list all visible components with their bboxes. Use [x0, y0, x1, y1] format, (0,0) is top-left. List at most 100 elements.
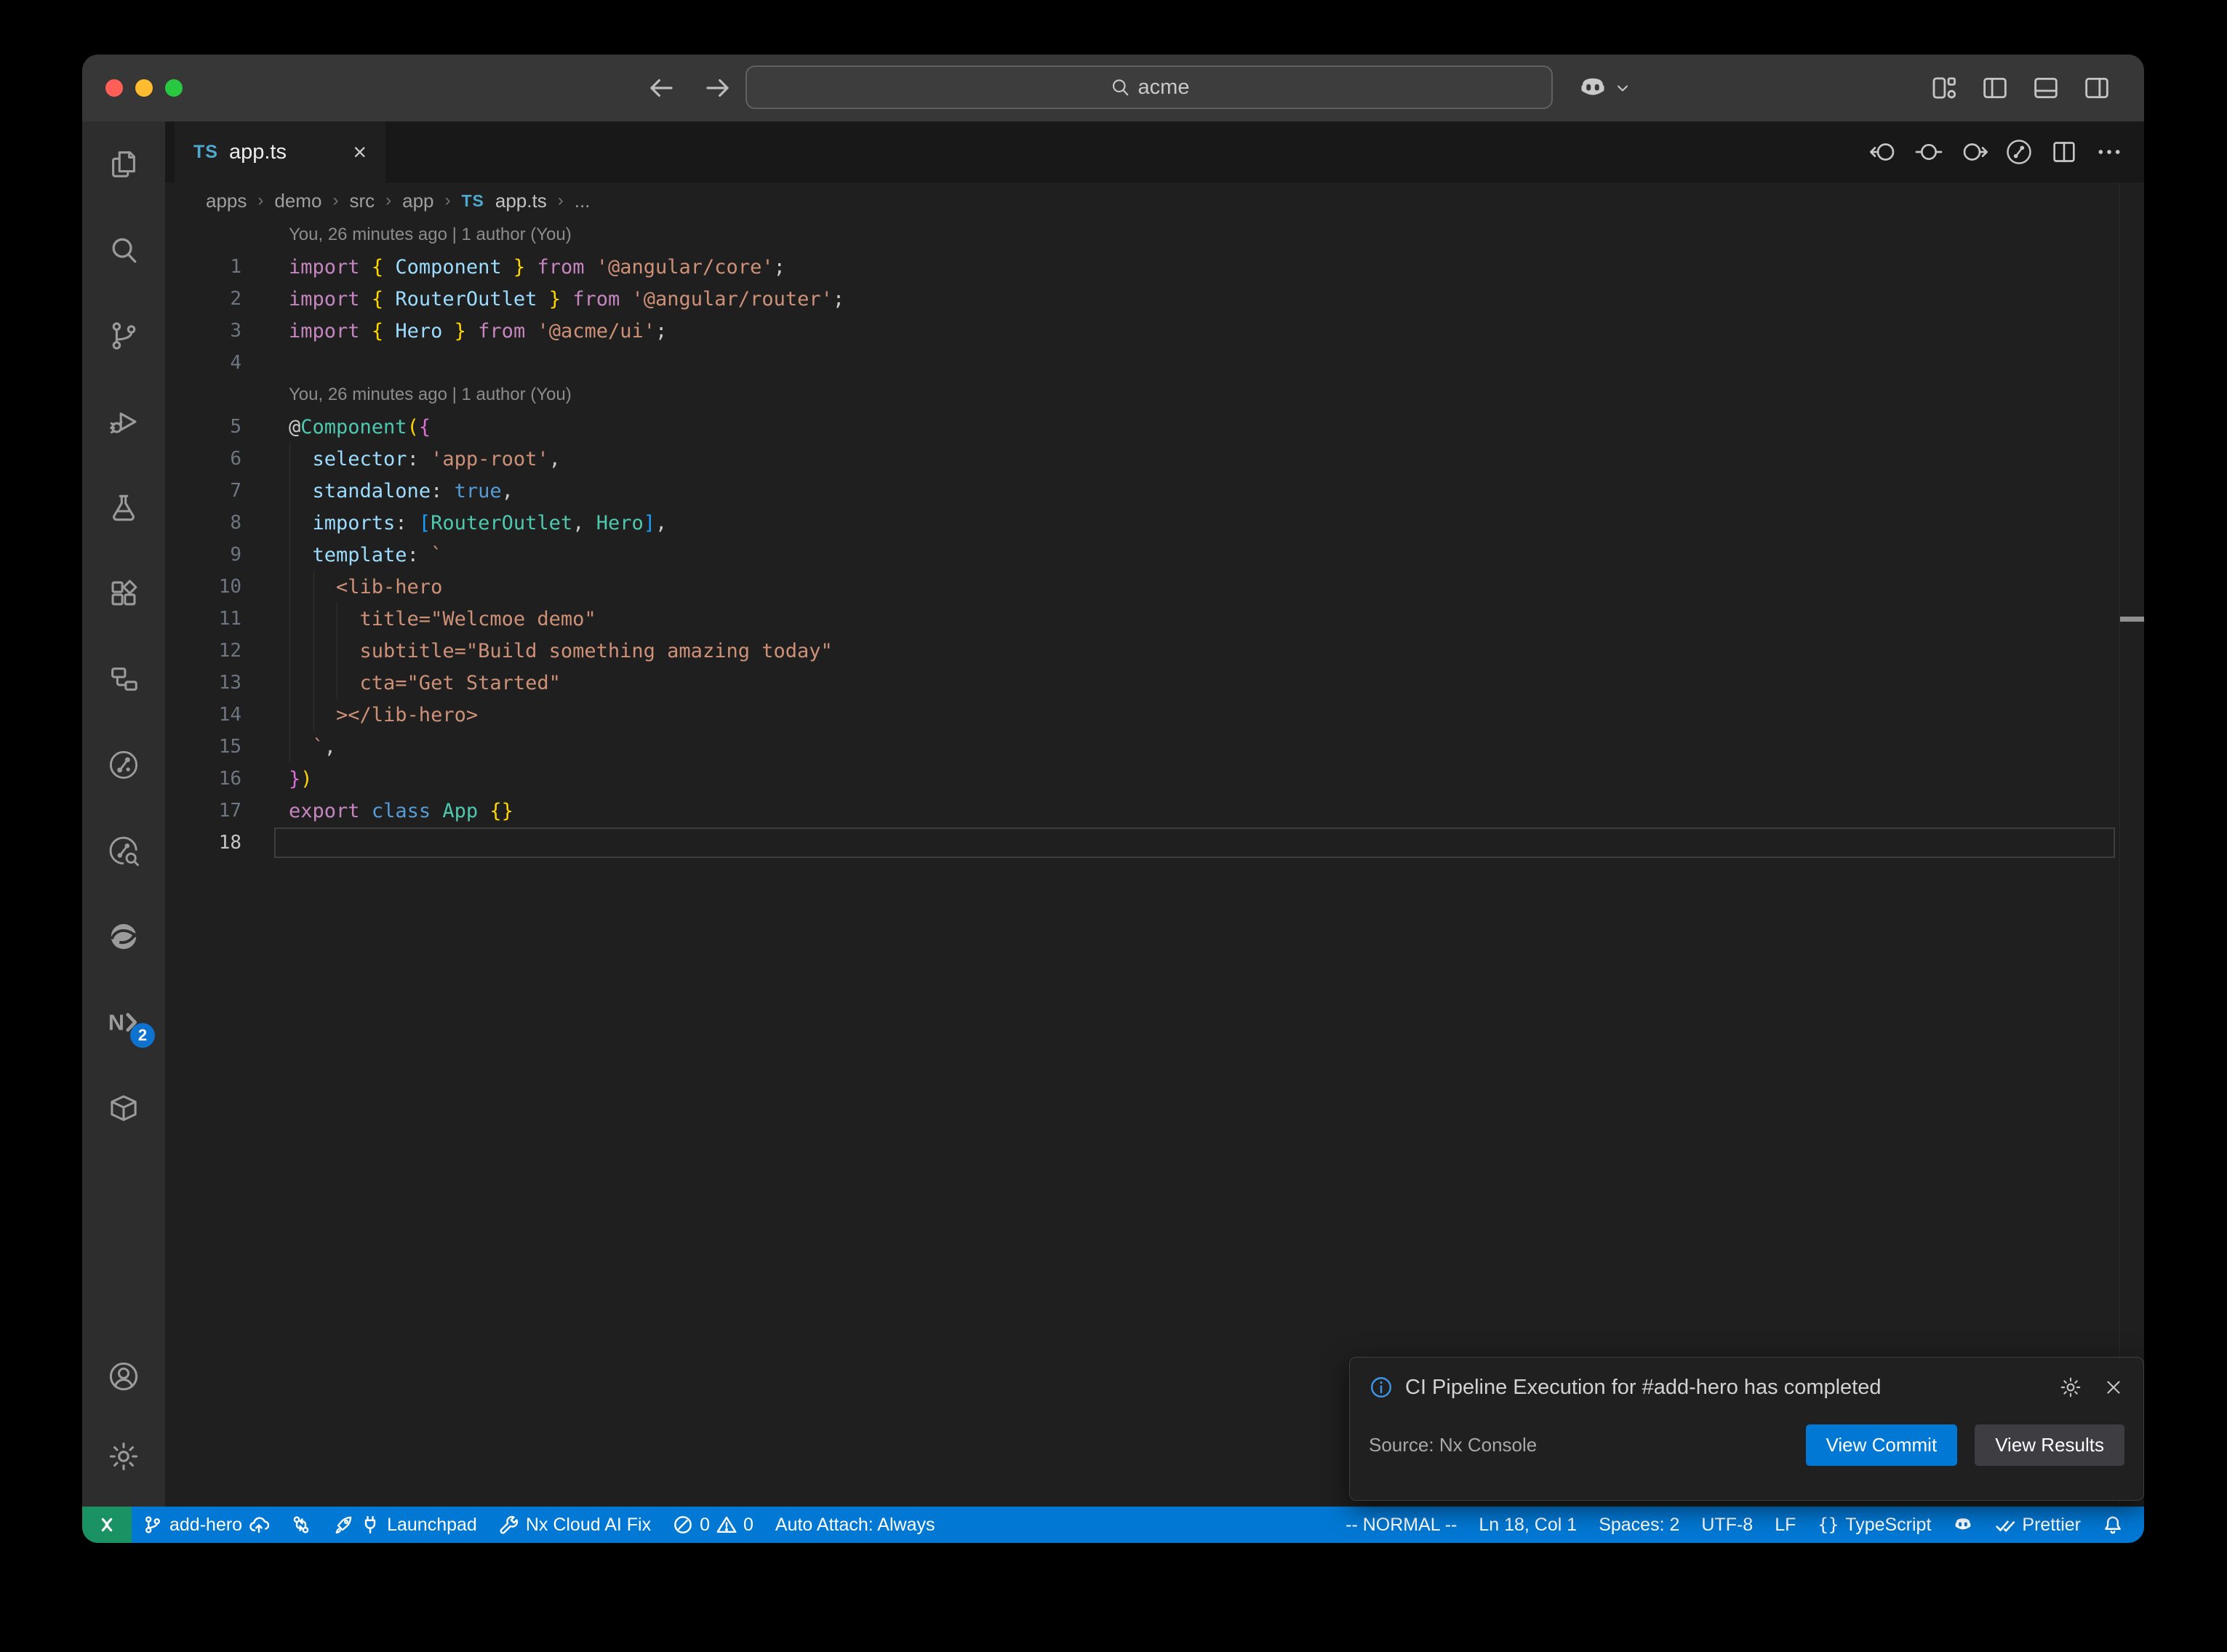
line-number[interactable]: 11 — [165, 608, 289, 630]
notification-close-icon[interactable] — [2103, 1376, 2124, 1398]
toggle-panel-icon[interactable] — [2031, 73, 2061, 103]
remote-indicator[interactable] — [82, 1507, 132, 1543]
encoding-status[interactable]: UTF-8 — [1690, 1507, 1764, 1543]
code-line[interactable]: 12 subtitle="Build something amazing tod… — [165, 635, 2144, 667]
code-line[interactable]: 11 title="Welcmoe demo" — [165, 603, 2144, 635]
code-line[interactable]: 9 template: ` — [165, 539, 2144, 571]
eol-status[interactable]: LF — [1764, 1507, 1807, 1543]
code-line[interactable]: 7 standalone: true, — [165, 475, 2144, 507]
zoom-window-button[interactable] — [165, 79, 183, 97]
problems-status[interactable]: 00 — [662, 1507, 764, 1543]
toggle-primary-sidebar-icon[interactable] — [1980, 73, 2010, 103]
code-line[interactable]: 2import { RouterOutlet } from '@angular/… — [165, 283, 2144, 315]
indentation-status[interactable]: Spaces: 2 — [1588, 1507, 1690, 1543]
line-number[interactable]: 9 — [165, 544, 289, 566]
git-branch-status[interactable]: add-hero — [132, 1507, 280, 1543]
vim-mode-status[interactable]: -- NORMAL -- — [1335, 1507, 1468, 1543]
copilot-status[interactable] — [1942, 1507, 1984, 1543]
line-number[interactable]: 7 — [165, 480, 289, 502]
code-line[interactable]: 16}) — [165, 763, 2144, 795]
split-editor-icon[interactable] — [2050, 137, 2079, 167]
line-number[interactable]: 6 — [165, 448, 289, 470]
nx-cloud-ai-fix-status[interactable]: Nx Cloud AI Fix — [488, 1507, 662, 1543]
settings-gear-activity-item[interactable] — [82, 1416, 165, 1496]
forward-arrow-icon[interactable] — [703, 73, 733, 103]
line-number[interactable]: 14 — [165, 704, 289, 726]
breadcrumb-tail[interactable]: ... — [575, 190, 591, 212]
code-line[interactable]: 4 — [165, 347, 2144, 379]
tab-app-ts[interactable]: TS app.ts × — [175, 121, 385, 183]
view-results-button[interactable]: View Results — [1975, 1424, 2124, 1466]
breadcrumb-item[interactable]: app — [402, 190, 433, 212]
breadcrumb-item[interactable]: demo — [274, 190, 321, 212]
line-number[interactable]: 16 — [165, 768, 289, 790]
edge-tools-activity-item[interactable] — [82, 894, 165, 979]
line-number[interactable]: 12 — [165, 640, 289, 662]
line-number[interactable]: 15 — [165, 736, 289, 758]
source-control-activity-item[interactable] — [82, 293, 165, 379]
more-actions-icon[interactable] — [2095, 137, 2124, 167]
nx-run-icon[interactable] — [2004, 137, 2034, 167]
indent-guide — [289, 635, 290, 667]
minimize-window-button[interactable] — [135, 79, 153, 97]
line-number[interactable]: 3 — [165, 320, 289, 342]
customize-layout-icon[interactable] — [1929, 73, 1959, 103]
line-number[interactable]: 13 — [165, 672, 289, 694]
code-editor[interactable]: You, 26 minutes ago | 1 author (You)1imp… — [165, 219, 2144, 1507]
code-line[interactable]: 6 selector: 'app-root', — [165, 443, 2144, 475]
back-arrow-icon[interactable] — [646, 73, 676, 103]
close-tab-icon[interactable]: × — [353, 139, 367, 166]
line-number[interactable]: 4 — [165, 352, 289, 374]
copilot-menu[interactable] — [1578, 55, 1631, 121]
nav-line-icon[interactable] — [1914, 137, 1943, 167]
code-line[interactable]: 3import { Hero } from '@acme/ui'; — [165, 315, 2144, 347]
command-center-search[interactable]: acme — [745, 65, 1553, 109]
close-window-button[interactable] — [105, 79, 123, 97]
line-number[interactable]: 1 — [165, 256, 289, 278]
code-line[interactable]: 8 imports: [RouterOutlet, Hero], — [165, 507, 2144, 539]
package-activity-item[interactable] — [82, 1065, 165, 1151]
code-text: import { Component } from '@angular/core… — [289, 256, 785, 278]
code-line[interactable]: 17export class App {} — [165, 795, 2144, 827]
nx-console-activity-item[interactable]: N2 — [82, 979, 165, 1065]
account-activity-item[interactable] — [82, 1336, 165, 1416]
line-number[interactable]: 18 — [165, 832, 289, 854]
language-status[interactable]: {}TypeScript — [1807, 1507, 1942, 1543]
line-number[interactable]: 17 — [165, 800, 289, 822]
breadcrumb-item[interactable]: apps — [206, 190, 247, 212]
double-check-icon — [1995, 1515, 2015, 1535]
editor-scrollbar[interactable] — [2119, 183, 2144, 1507]
line-number[interactable]: 10 — [165, 576, 289, 598]
code-line[interactable]: 15 `, — [165, 731, 2144, 763]
extensions-activity-item[interactable] — [82, 550, 165, 636]
nav-forward-icon[interactable] — [1959, 137, 1988, 167]
launchpad-status[interactable]: Launchpad — [322, 1507, 488, 1543]
line-number[interactable]: 5 — [165, 416, 289, 438]
cursor-position-status[interactable]: Ln 18, Col 1 — [1468, 1507, 1588, 1543]
code-line[interactable]: 14 ></lib-hero> — [165, 699, 2144, 731]
search-activity-item[interactable] — [82, 207, 165, 293]
auto-attach-status[interactable]: Auto Attach: Always — [764, 1507, 946, 1543]
line-number[interactable]: 2 — [165, 288, 289, 310]
code-line[interactable]: 10 <lib-hero — [165, 571, 2144, 603]
breadcrumb-file[interactable]: app.ts — [495, 190, 547, 212]
prettier-status[interactable]: Prettier — [1984, 1507, 2092, 1543]
line-number[interactable]: 8 — [165, 512, 289, 534]
code-line[interactable]: 13 cta="Get Started" — [165, 667, 2144, 699]
explorer-activity-item[interactable] — [82, 121, 165, 207]
toggle-secondary-sidebar-icon[interactable] — [2082, 73, 2112, 103]
hierarchy-activity-item[interactable] — [82, 636, 165, 722]
code-line[interactable]: 18 — [165, 827, 2144, 859]
nx-graph-search-activity-item[interactable] — [82, 808, 165, 894]
code-line[interactable]: 1import { Component } from '@angular/cor… — [165, 251, 2144, 283]
notifications-bell[interactable] — [2092, 1507, 2134, 1543]
git-compare-status[interactable] — [280, 1507, 322, 1543]
nx-graph-activity-item[interactable] — [82, 722, 165, 808]
code-line[interactable]: 5@Component({ — [165, 411, 2144, 443]
view-commit-button[interactable]: View Commit — [1806, 1424, 1958, 1466]
breadcrumb-item[interactable]: src — [349, 190, 375, 212]
notification-settings-icon[interactable] — [2059, 1376, 2082, 1399]
nav-back-icon[interactable] — [1869, 137, 1898, 167]
testing-activity-item[interactable] — [82, 465, 165, 550]
run-debug-activity-item[interactable] — [82, 379, 165, 465]
